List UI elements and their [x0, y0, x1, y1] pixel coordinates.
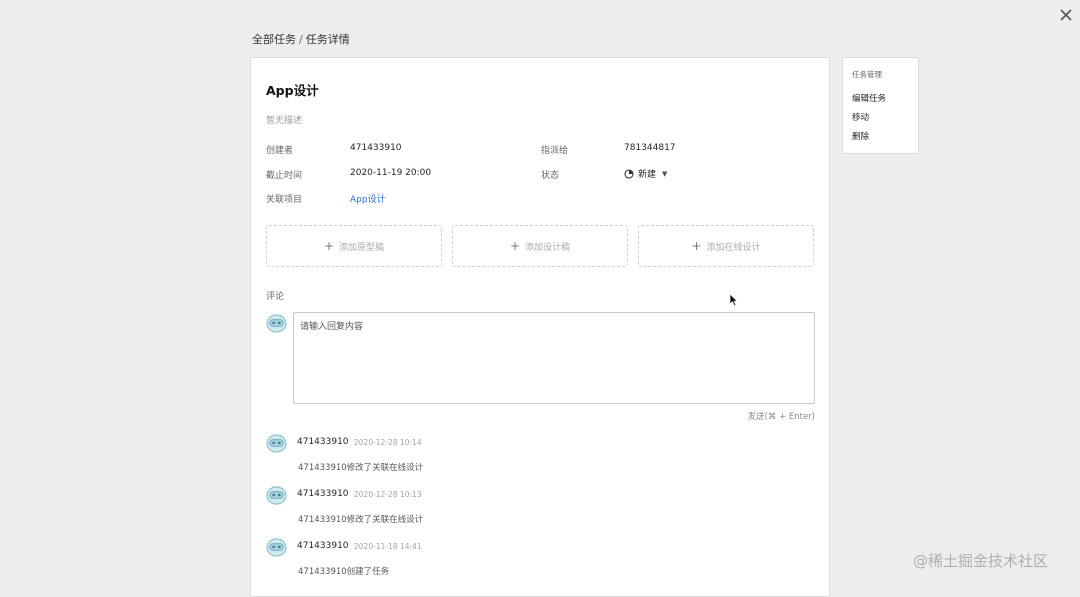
- add-design-label: 添加设计稿: [525, 242, 571, 253]
- add-online-design-button[interactable]: + 添加在线设计: [638, 225, 814, 267]
- status-pie-icon: [624, 168, 634, 179]
- watermark: @稀土掘金技术社区: [913, 552, 1049, 570]
- close-icon[interactable]: [1058, 7, 1074, 23]
- add-online-design-label: 添加在线设计: [706, 242, 761, 253]
- comment-text: 471433910创建了任务: [298, 567, 390, 577]
- deadline-label: 截止时间: [266, 171, 303, 181]
- comment-user: 471433910: [297, 541, 349, 551]
- comment-time: 2020-12-28 10:13: [354, 490, 422, 499]
- plus-icon: +: [509, 239, 521, 253]
- task-detail-card: App设计 暂无描述 创建者 471433910 指派给 781344817 截…: [250, 57, 830, 597]
- project-label: 关联项目: [266, 195, 303, 205]
- current-user-avatar-icon: [266, 314, 287, 333]
- breadcrumb-parent[interactable]: 全部任务: [252, 33, 296, 46]
- task-description[interactable]: 暂无描述: [266, 113, 302, 126]
- move-task-button[interactable]: 移动: [852, 111, 869, 123]
- plus-icon: +: [323, 239, 335, 253]
- comment-time: 2020-12-28 10:14: [354, 438, 422, 447]
- avatar-icon: [266, 538, 287, 557]
- status-value: 新建: [638, 170, 657, 180]
- plus-icon: +: [691, 239, 702, 253]
- breadcrumb-separator: /: [299, 33, 303, 46]
- mouse-cursor-icon: [729, 293, 739, 307]
- avatar-icon: [266, 434, 287, 453]
- comment-user: 471433910: [297, 437, 349, 447]
- side-panel-title: 任务管理: [852, 70, 882, 79]
- add-prototype-button[interactable]: + 添加原型稿: [266, 225, 442, 267]
- assignee-label: 指派给: [541, 146, 569, 156]
- status-dropdown[interactable]: 新建 ▼: [624, 167, 667, 180]
- add-prototype-label: 添加原型稿: [339, 242, 385, 253]
- comment-time: 2020-11-18 14:41: [354, 542, 422, 551]
- chevron-down-icon: ▼: [662, 169, 668, 178]
- breadcrumb-current: 任务详情: [305, 33, 350, 46]
- assignee-value[interactable]: 781344817: [624, 143, 676, 153]
- task-title: App设计: [266, 83, 319, 98]
- add-design-button[interactable]: + 添加设计稿: [452, 225, 628, 267]
- comment-user: 471433910: [297, 489, 349, 499]
- reply-input[interactable]: [293, 312, 815, 404]
- edit-task-button[interactable]: 编辑任务: [852, 92, 886, 104]
- delete-task-button[interactable]: 删除: [852, 130, 869, 142]
- comments-section-label: 评论: [266, 292, 285, 302]
- send-hint[interactable]: 发送(⌘ + Enter): [719, 410, 815, 422]
- creator-value: 471433910: [350, 143, 402, 153]
- creator-label: 创建者: [266, 146, 294, 156]
- comment-text: 471433910修改了关联在线设计: [298, 515, 424, 525]
- comment-text: 471433910修改了关联在线设计: [298, 463, 424, 473]
- task-management-panel: 任务管理 编辑任务 移动 删除: [842, 57, 919, 154]
- status-label: 状态: [541, 171, 560, 181]
- project-link[interactable]: App设计: [350, 192, 386, 205]
- avatar-icon: [266, 486, 287, 505]
- breadcrumb: 全部任务 / 任务详情: [252, 31, 350, 47]
- deadline-value[interactable]: 2020-11-19 20:00: [350, 168, 431, 178]
